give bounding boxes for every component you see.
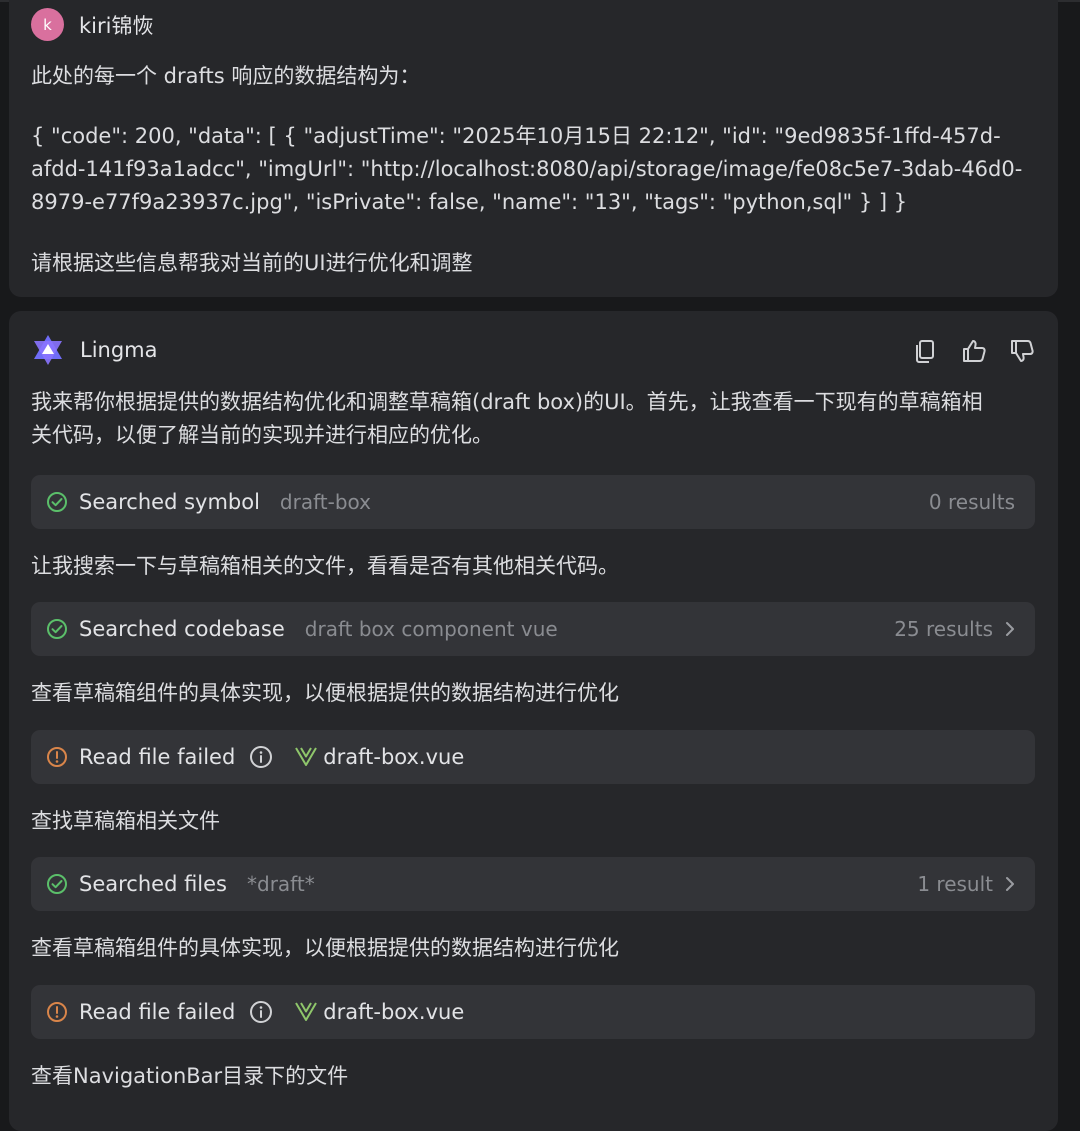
message-actions bbox=[912, 337, 1036, 365]
user-avatar: k bbox=[31, 8, 64, 41]
thumbs-up-icon[interactable] bbox=[960, 337, 988, 365]
warning-circle-icon bbox=[47, 747, 67, 767]
tool-query: draft box component vue bbox=[304, 617, 558, 641]
tool-title: Read file failed bbox=[79, 745, 236, 769]
tool-step-searched-codebase[interactable]: Searched codebase draft box component vu… bbox=[31, 602, 1035, 656]
vue-file-icon bbox=[295, 1002, 318, 1021]
chevron-right-icon[interactable] bbox=[1001, 875, 1019, 893]
user-json-line-2: afdd-141f93a1adcc", "imgUrl": "http://lo… bbox=[31, 157, 1023, 181]
tool-result-count: 0 results bbox=[928, 490, 1015, 514]
check-circle-icon bbox=[47, 492, 67, 512]
assistant-note-2: 查看草稿箱组件的具体实现，以便根据提供的数据结构进行优化 bbox=[31, 681, 619, 705]
tool-step-searched-symbol: Searched symbol draft-box 0 results bbox=[31, 475, 1035, 529]
user-message-card: k kiri锦恢 此处的每一个 drafts 响应的数据结构为： { "code… bbox=[9, 0, 1058, 297]
tool-query: *draft* bbox=[247, 872, 315, 896]
assistant-note-5: 查看NavigationBar目录下的文件 bbox=[31, 1064, 349, 1088]
info-icon[interactable] bbox=[249, 1000, 273, 1024]
tool-result-count: 1 result bbox=[917, 872, 993, 896]
tool-title: Searched symbol bbox=[79, 490, 260, 514]
vue-file-icon bbox=[295, 747, 318, 766]
assistant-name: Lingma bbox=[80, 338, 158, 362]
tool-step-read-file-failed: Read file failed draft-box.vue bbox=[31, 985, 1035, 1039]
user-intro-text: 此处的每一个 drafts 响应的数据结构为： bbox=[31, 64, 421, 88]
user-header: k kiri锦恢 bbox=[31, 8, 153, 41]
check-circle-icon bbox=[47, 874, 67, 894]
assistant-note-3: 查找草稿箱相关文件 bbox=[31, 809, 220, 833]
lingma-logo-icon bbox=[34, 335, 62, 365]
check-circle-icon bbox=[47, 619, 67, 639]
assistant-intro-line-2: 关代码，以便了解当前的实现并进行相应的优化。 bbox=[31, 423, 493, 447]
user-name: kiri锦恢 bbox=[79, 13, 154, 38]
assistant-intro-line-1: 我来帮你根据提供的数据结构优化和调整草稿箱(draft box)的UI。首先，让… bbox=[31, 390, 983, 414]
assistant-note-4: 查看草稿箱组件的具体实现，以便根据提供的数据结构进行优化 bbox=[31, 936, 619, 960]
tool-file-name[interactable]: draft-box.vue bbox=[323, 1000, 464, 1024]
user-json-line-1: { "code": 200, "data": [ { "adjustTime":… bbox=[31, 124, 1001, 148]
tool-step-read-file-failed: Read file failed draft-box.vue bbox=[31, 730, 1035, 784]
assistant-header: Lingma bbox=[31, 333, 158, 367]
tool-file-name[interactable]: draft-box.vue bbox=[323, 745, 464, 769]
tool-title: Searched codebase bbox=[79, 617, 285, 641]
tool-result-count: 25 results bbox=[894, 617, 993, 641]
warning-circle-icon bbox=[47, 1002, 67, 1022]
copy-icon[interactable] bbox=[912, 337, 940, 365]
info-icon[interactable] bbox=[249, 745, 273, 769]
tool-title: Read file failed bbox=[79, 1000, 236, 1024]
user-json-line-3: 8979-e77f9a23937c.jpg", "isPrivate": fal… bbox=[31, 190, 908, 214]
tool-title: Searched files bbox=[79, 872, 227, 896]
tool-query: draft-box bbox=[279, 490, 371, 514]
assistant-note-1: 让我搜索一下与草稿箱相关的文件，看看是否有其他相关代码。 bbox=[31, 554, 619, 578]
assistant-message-card: Lingma 我来帮你根据提供的数据结构优化和调整草稿箱(draft box)的… bbox=[9, 311, 1058, 1131]
user-request-text: 请根据这些信息帮我对当前的UI进行优化和调整 bbox=[31, 251, 473, 275]
chevron-right-icon[interactable] bbox=[1001, 620, 1019, 638]
tool-step-searched-files[interactable]: Searched files *draft* 1 result bbox=[31, 857, 1035, 911]
thumbs-down-icon[interactable] bbox=[1008, 337, 1036, 365]
